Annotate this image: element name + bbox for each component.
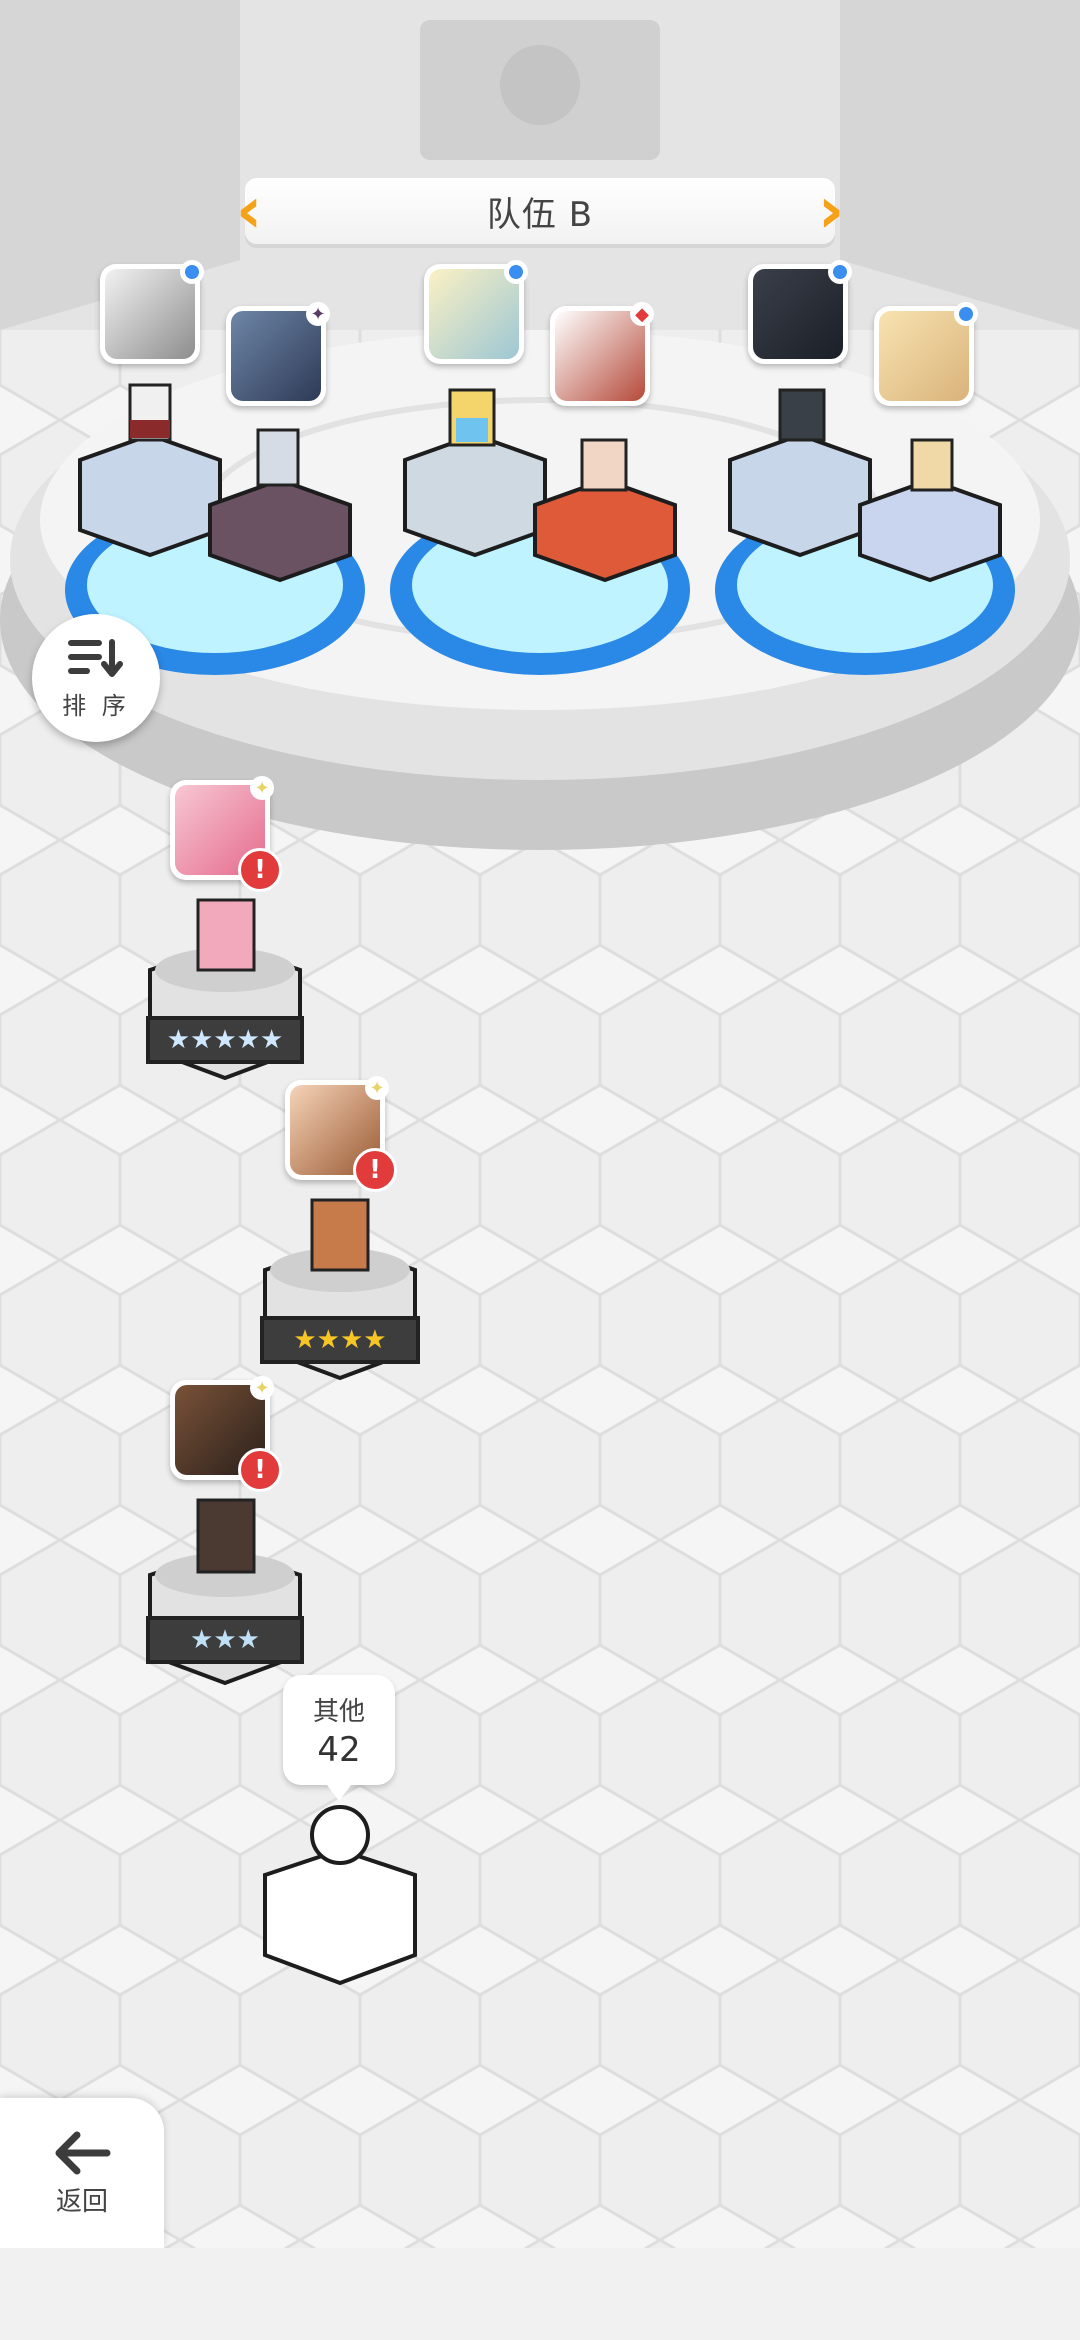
star-rating-stars: ★★★★★ (166, 1025, 284, 1055)
roster-portrait-dark-hair[interactable]: ✦ ! (170, 1376, 282, 1492)
others-count-bubble[interactable]: 其他 42 (283, 1675, 395, 1801)
arrow-left-icon (55, 2131, 111, 2174)
alert-icon: ! (238, 848, 282, 892)
sparkle-badge-icon: ✦ (365, 1076, 389, 1100)
sparkle-badge-icon: ✦ (250, 776, 274, 800)
back-label: 返回 (55, 2186, 108, 2217)
alert-icon: ! (238, 1448, 282, 1492)
others-count: 42 (317, 1729, 361, 1770)
star-rating-bar: ★★★★ (260, 1316, 420, 1364)
others-label: 其他 (312, 1696, 365, 1727)
star-rating-stars: ★★★ (190, 1625, 260, 1655)
star-rating-bar: ★★★★★ (146, 1016, 304, 1064)
bottom-nav-strip (0, 2248, 1080, 2340)
sparkle-badge-icon: ✦ (250, 1376, 274, 1400)
alert-icon: ! (353, 1148, 397, 1192)
roster-portrait-pink-hair[interactable]: ✦ ! (170, 776, 282, 892)
back-button[interactable]: 返回 (0, 2098, 164, 2248)
star-rating-stars: ★★★★ (293, 1325, 387, 1355)
roster-pedestals (148, 898, 417, 1986)
roster-portrait-brown-hair[interactable]: ✦ ! (285, 1076, 397, 1192)
game-stage: ‹ 队伍 B › ✦ ◆ 排 序 ✦ ! ★★★★★ ✦ ! ★★★★ ✦ ! … (0, 0, 1080, 2340)
star-rating-bar: ★★★ (146, 1616, 304, 1664)
